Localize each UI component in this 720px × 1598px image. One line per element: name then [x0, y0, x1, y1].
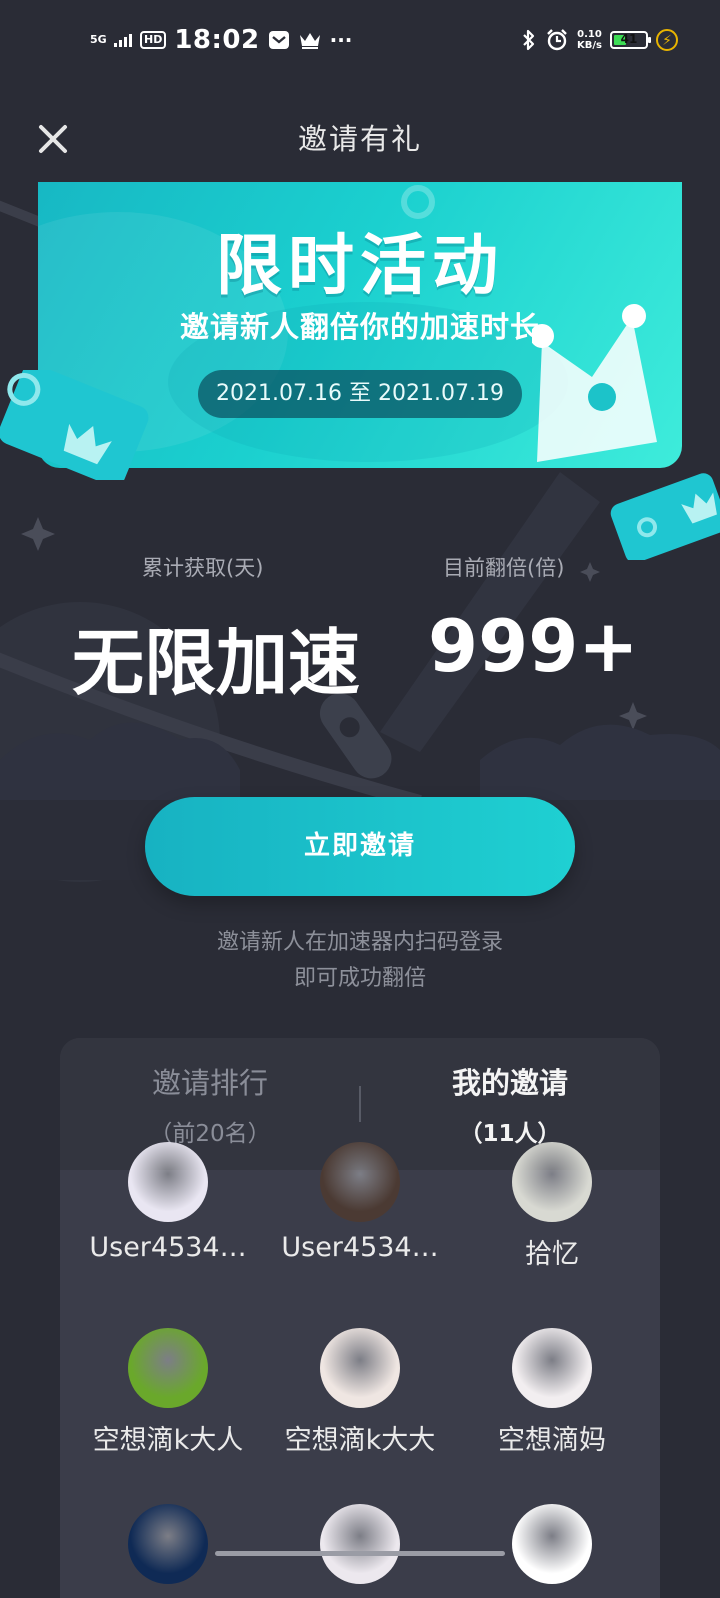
battery-icon: 41 [610, 31, 651, 49]
crown-card-decoration-small [610, 473, 720, 560]
bluetooth-icon [523, 29, 535, 51]
list-item[interactable] [68, 1504, 268, 1584]
avatar [320, 1142, 400, 1222]
user-name: 空想滴k大大 [284, 1425, 436, 1456]
status-bar: 5G HD 18:02 ··· 0.10 KB/s 41 ⚡ [0, 0, 720, 80]
home-indicator[interactable] [215, 1551, 505, 1556]
list-item[interactable]: 空想滴k大大 [260, 1328, 460, 1457]
avatar [512, 1328, 592, 1408]
avatar [512, 1142, 592, 1222]
list-item[interactable]: 拾忆 [452, 1142, 652, 1271]
invite-panel: 邀请排行 （前20名） 我的邀请 （11人） User4534… User453… [60, 1038, 660, 1598]
avatar [128, 1328, 208, 1408]
speed-value: 0.10 [577, 29, 602, 40]
accumulated-label: 累计获取(天) [142, 556, 264, 580]
list-item[interactable]: 空想滴k大人 [68, 1328, 268, 1457]
nav-bar: 邀请有礼 [0, 90, 720, 182]
avatar [128, 1504, 208, 1584]
user-name: 拾忆 [525, 1239, 579, 1270]
tab-label: 邀请排行 [151, 1066, 268, 1100]
tab-invite-ranking[interactable]: 邀请排行 （前20名） [60, 1060, 360, 1148]
banner-title: 限时活动 [216, 227, 504, 304]
user-name: 空想滴妈 [498, 1425, 606, 1456]
avatar [512, 1504, 592, 1584]
avatar [320, 1504, 400, 1584]
list-item[interactable]: User4534… [260, 1142, 460, 1263]
multiplier-value: 999+ [428, 604, 639, 688]
avatar [320, 1328, 400, 1408]
invited-users-grid: User4534… User4534… 拾忆 空想滴k大人 空想滴k大大 空想滴… [60, 1142, 660, 1590]
hd-badge: HD [140, 31, 167, 49]
invite-now-button[interactable]: 立即邀请 [145, 797, 575, 896]
invite-hint-line-1: 邀请新人在加速器内扫码登录 [216, 930, 503, 955]
list-item[interactable]: 空想滴妈 [452, 1328, 652, 1457]
multiplier-label: 目前翻倍(倍) [443, 556, 565, 580]
tab-my-invites[interactable]: 我的邀请 （11人） [360, 1060, 660, 1148]
invite-hint-line-2: 即可成功翻倍 [293, 966, 426, 991]
accumulated-value: 无限加速 [72, 621, 361, 705]
network-type: 5G [90, 33, 107, 46]
crown-card-decoration [0, 370, 149, 480]
date-range-badge: 2021.07.16 至 2021.07.19 [198, 370, 522, 418]
avatar [128, 1142, 208, 1222]
battery-level: 41 [620, 32, 638, 46]
user-name: 空想滴k大人 [92, 1425, 244, 1456]
network-speed: 0.10 KB/s [577, 29, 602, 51]
clock: 18:02 [174, 25, 260, 55]
charging-icon: ⚡ [656, 29, 678, 51]
more-notifications-icon: ··· [329, 28, 353, 52]
user-name: User4534… [89, 1232, 247, 1263]
message-icon [268, 31, 289, 49]
speed-unit: KB/s [577, 40, 602, 51]
alarm-icon [547, 29, 567, 51]
list-item[interactable]: User4534… [68, 1142, 268, 1263]
signal-icon [114, 33, 132, 47]
page-title: 邀请有礼 [297, 122, 422, 156]
list-item[interactable] [260, 1504, 460, 1584]
tab-label: 我的邀请 [451, 1066, 568, 1100]
list-item[interactable] [452, 1504, 652, 1584]
user-name: User4534… [281, 1232, 439, 1263]
crown-icon [532, 304, 657, 462]
crown-icon [299, 33, 320, 49]
